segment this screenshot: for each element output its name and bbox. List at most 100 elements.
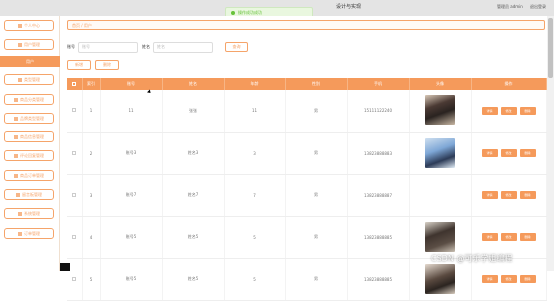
name-input[interactable]: 姓名 [153, 41, 213, 53]
add-button[interactable]: 新增 [67, 60, 91, 70]
cell-avatar [409, 132, 472, 175]
cell-account: 账号7 [100, 174, 163, 217]
cell-age: 7 [224, 174, 286, 217]
table-row: 5 账号5 姓名5 5 男 13823888885 详情 修改 删除 [67, 258, 547, 301]
edit-button[interactable]: 修改 [500, 233, 517, 241]
row-checkbox[interactable] [67, 90, 83, 133]
row-delete-button[interactable]: 删除 [519, 233, 536, 241]
row-delete-button[interactable]: 删除 [519, 106, 536, 115]
cell-actions: 详情 修改 删除 [471, 90, 547, 133]
detail-button[interactable]: 详情 [481, 106, 498, 115]
cell-gender: 男 [285, 90, 348, 133]
cell-name: 姓名3 [162, 132, 225, 175]
sidebar-item-system[interactable]: 系统管理 [4, 208, 54, 219]
cell-age: 5 [224, 216, 286, 259]
main-content: 首页 / 用户 账号 账号 姓名 姓名 查询 新增 删除 索引 账号 姓名 年龄… [61, 16, 547, 301]
list-icon [14, 97, 18, 102]
row-checkbox[interactable] [67, 216, 83, 259]
detail-button[interactable]: 详情 [481, 275, 498, 283]
scrollbar-thumb[interactable] [548, 18, 553, 78]
cell-actions: 详情 修改 删除 [471, 216, 547, 259]
cell-gender: 男 [285, 132, 348, 175]
taskbar-fragment [60, 263, 70, 271]
table-row: 1 11 张张 11 男 15111122240 详情 修改 删除 [67, 90, 547, 133]
cell-age: 3 [224, 132, 286, 175]
app-title: 设计与实现 [336, 4, 362, 10]
grid-icon [14, 116, 18, 121]
sidebar-item-order-management[interactable]: 订单管理 [4, 228, 54, 239]
sidebar-item-user-management[interactable]: 用户管理 [4, 39, 54, 50]
cell-age: 5 [224, 258, 286, 301]
user-info: 管理员 admin [497, 4, 523, 9]
table-row: 2 账号3 姓名3 3 男 13823888883 详情 修改 删除 [67, 132, 547, 175]
cell-index: 1 [82, 90, 101, 133]
cell-actions: 详情 修改 删除 [471, 174, 547, 217]
cell-account: 账号5 [100, 258, 163, 301]
edit-button[interactable]: 修改 [500, 149, 517, 157]
cell-avatar [409, 216, 472, 259]
box-icon [14, 134, 18, 139]
vertical-scrollbar[interactable] [547, 16, 554, 271]
sidebar-item-brand[interactable]: 品牌类型管理 [4, 113, 54, 124]
avatar [425, 263, 455, 294]
logout-link[interactable]: 退出登录 [530, 4, 546, 10]
user-table: 索引 账号 姓名 年龄 性别 手机 头像 操作 1 11 张张 11 男 15111122… [67, 78, 547, 301]
col-age: 年龄 [224, 78, 286, 90]
sidebar-item-category[interactable]: 商品分类管理 [4, 94, 54, 105]
search-button[interactable]: 查询 [225, 42, 248, 52]
edit-button[interactable]: 修改 [500, 106, 517, 115]
cell-index: 4 [82, 216, 101, 259]
cell-phone: 13823888883 [347, 132, 410, 175]
cell-actions: 详情 修改 删除 [471, 132, 547, 175]
edit-button[interactable]: 修改 [500, 191, 517, 199]
breadcrumb: 首页 / 用户 [67, 20, 545, 30]
table-header: 索引 账号 姓名 年龄 性别 手机 头像 操作 [67, 78, 547, 90]
table-row: 4 账号5 姓名5 5 男 13823888885 详情 修改 删除 [67, 216, 547, 259]
cell-gender: 男 [285, 174, 348, 217]
edit-button[interactable]: 修改 [500, 275, 517, 283]
cell-index: 2 [82, 132, 101, 175]
table-row: 3 账号7 姓名7 7 男 13823888887 详情 修改 删除 [67, 174, 547, 217]
cell-account: 账号3 [100, 132, 163, 175]
cell-gender: 男 [285, 216, 348, 259]
sidebar-item-orders[interactable]: 商品订单管理 [4, 170, 54, 181]
grid-icon [14, 173, 18, 178]
cell-name: 张张 [162, 90, 225, 133]
row-delete-button[interactable]: 删除 [519, 191, 536, 199]
action-bar: 新增 删除 [67, 60, 119, 70]
sidebar-item-goods[interactable]: 商品信息管理 [4, 131, 54, 142]
sidebar-item-users[interactable]: 用户 [0, 56, 60, 67]
account-label: 账号 [67, 44, 75, 49]
cell-account: 11 [100, 90, 163, 133]
row-delete-button[interactable]: 删除 [519, 149, 536, 157]
sidebar-item-messages[interactable]: 留言板管理 [4, 189, 54, 200]
detail-button[interactable]: 详情 [481, 191, 498, 199]
cell-index: 3 [82, 174, 101, 217]
chart-icon [18, 211, 22, 216]
account-input[interactable]: 账号 [78, 41, 138, 53]
avatar [425, 221, 455, 252]
cell-avatar [409, 90, 472, 133]
sidebar-item-comments[interactable]: 评论回复管理 [4, 150, 54, 161]
check-icon [231, 11, 235, 15]
row-delete-button[interactable]: 删除 [519, 275, 536, 283]
row-checkbox[interactable] [67, 174, 83, 217]
avatar [425, 137, 455, 168]
search-bar: 账号 账号 姓名 姓名 查询 [67, 40, 248, 54]
row-checkbox[interactable] [67, 132, 83, 175]
select-all-checkbox[interactable] [67, 78, 83, 90]
col-name: 姓名 [162, 78, 225, 90]
delete-button[interactable]: 删除 [95, 60, 119, 70]
sidebar-item-profile[interactable]: 个人中心 [4, 20, 54, 31]
cell-actions: 详情 修改 删除 [471, 258, 547, 301]
sidebar-item-type-management[interactable]: 类型管理 [4, 74, 54, 85]
cell-phone: 15111122240 [347, 90, 410, 133]
cell-phone: 13823888885 [347, 258, 410, 301]
name-label: 姓名 [142, 44, 150, 49]
detail-button[interactable]: 详情 [481, 233, 498, 241]
grid-icon [18, 42, 22, 47]
user-icon [18, 23, 22, 28]
cell-account: 账号5 [100, 216, 163, 259]
col-actions: 操作 [471, 78, 547, 90]
detail-button[interactable]: 详情 [481, 149, 498, 157]
